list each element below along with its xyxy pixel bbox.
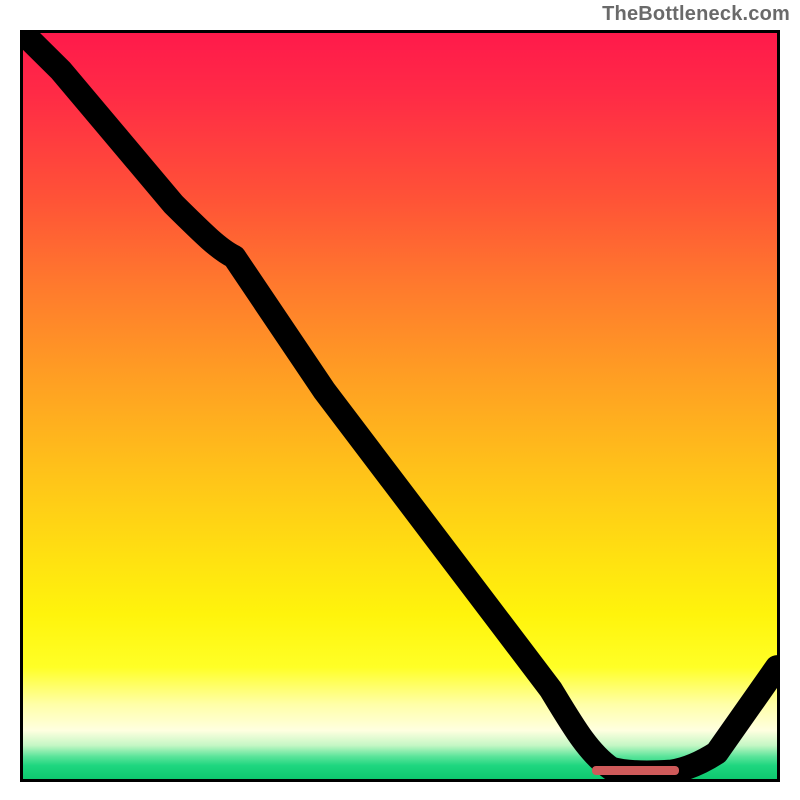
plot-area: [20, 30, 780, 782]
watermark-text: TheBottleneck.com: [602, 3, 790, 26]
curve-path: [23, 33, 777, 772]
optimal-range-marker: [592, 766, 679, 775]
chart-wrap: TheBottleneck.com: [0, 0, 800, 800]
bottleneck-curve: [23, 33, 777, 779]
